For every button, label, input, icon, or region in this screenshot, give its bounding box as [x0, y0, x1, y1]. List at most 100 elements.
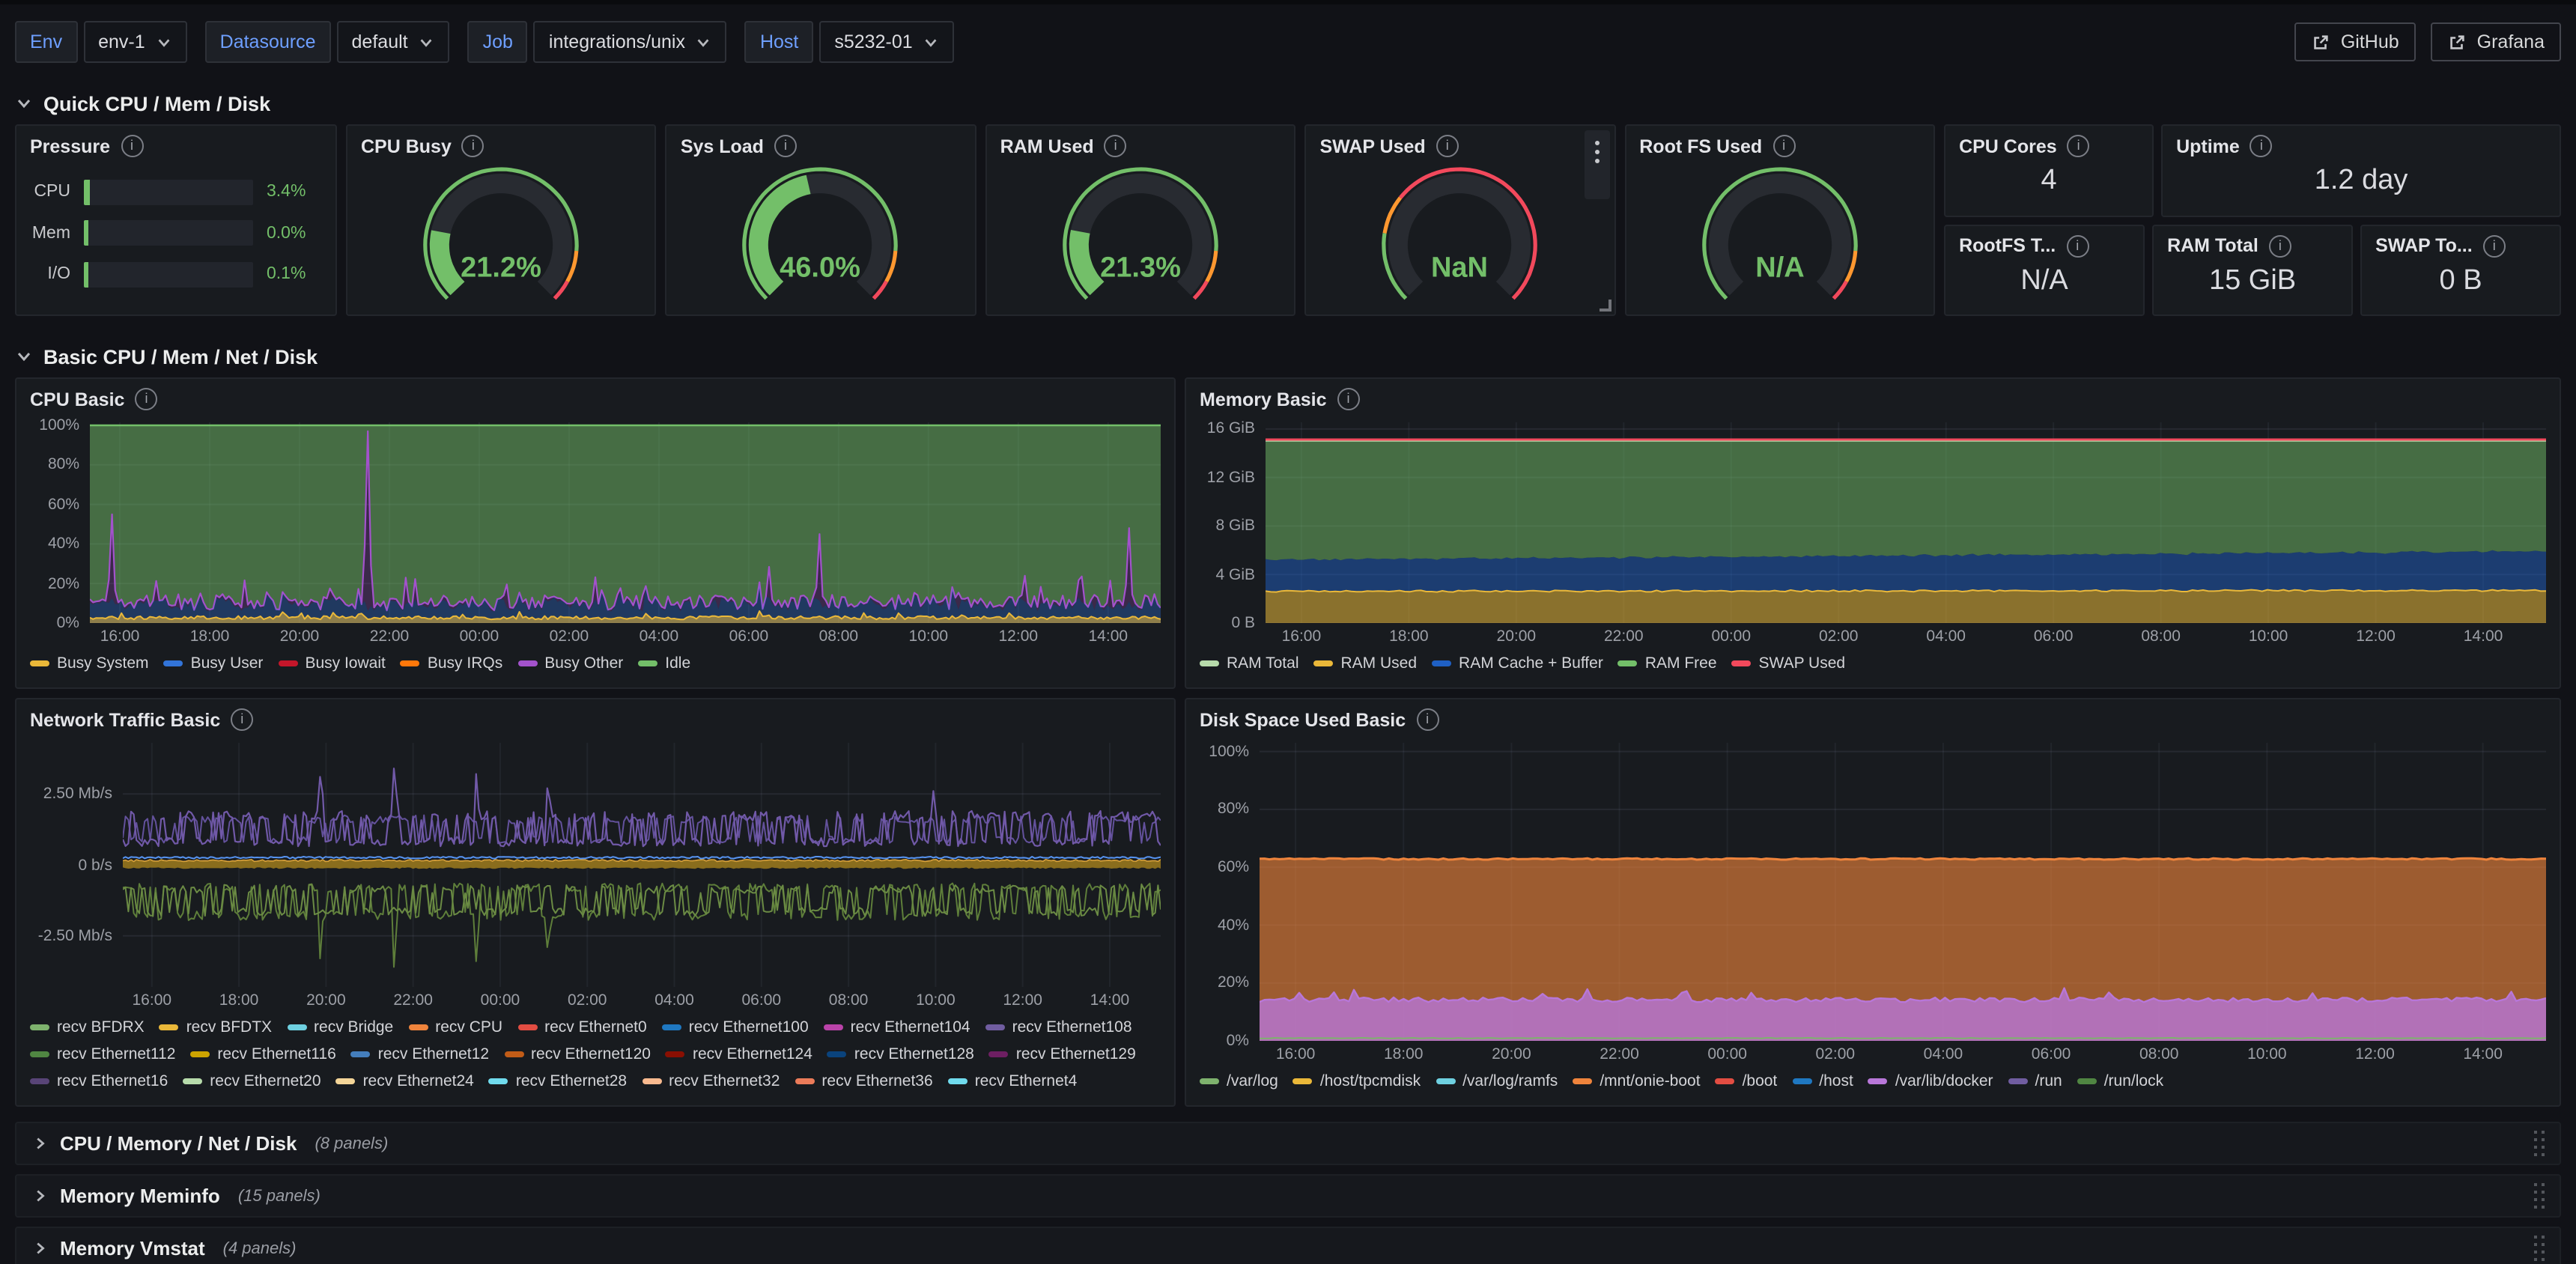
legend-item[interactable]: /var/lib/docker: [1868, 1068, 1993, 1095]
legend-item[interactable]: recv Ethernet112: [30, 1041, 175, 1068]
info-icon[interactable]: i: [1105, 135, 1127, 157]
panel-title[interactable]: Memory Basic: [1200, 389, 1327, 410]
legend-item[interactable]: /run: [2008, 1068, 2062, 1095]
info-icon[interactable]: i: [2066, 234, 2089, 257]
info-icon[interactable]: i: [774, 135, 797, 157]
info-icon[interactable]: i: [1436, 135, 1459, 157]
panel-title[interactable]: RootFS T...: [1959, 235, 2056, 256]
panel-title[interactable]: Disk Space Used Basic: [1200, 709, 1406, 730]
variable-value-dropdown[interactable]: env-1: [83, 21, 187, 63]
row-header-collapsed[interactable]: Memory Meminfo(15 panels): [15, 1174, 2561, 1218]
legend-item[interactable]: Idle: [638, 650, 690, 677]
legend-item[interactable]: Busy IRQs: [401, 650, 502, 677]
legend-item[interactable]: recv Ethernet20: [183, 1068, 321, 1095]
panel-title[interactable]: RAM Total: [2167, 235, 2258, 256]
legend-item[interactable]: /host: [1792, 1068, 1853, 1095]
legend-item[interactable]: recv Ethernet12: [351, 1041, 489, 1068]
legend-label: recv Bridge: [314, 1018, 393, 1036]
legend-item[interactable]: recv Ethernet108: [985, 1014, 1132, 1041]
row-header-collapsed[interactable]: Memory Vmstat(4 panels): [15, 1227, 2561, 1264]
legend-label: recv Ethernet104: [851, 1018, 970, 1036]
legend-item[interactable]: Busy System: [30, 650, 149, 677]
legend-item[interactable]: Busy User: [164, 650, 264, 677]
drag-handle[interactable]: [2534, 1236, 2545, 1261]
legend-item[interactable]: RAM Total: [1200, 650, 1299, 677]
legend-item[interactable]: recv Ethernet28: [489, 1068, 627, 1095]
info-icon[interactable]: i: [121, 135, 143, 157]
legend-item[interactable]: recv BFDRX: [30, 1014, 145, 1041]
legend-item[interactable]: recv Ethernet120: [504, 1041, 651, 1068]
legend-item[interactable]: RAM Cache + Buffer: [1432, 650, 1603, 677]
panel-title[interactable]: CPU Busy: [361, 136, 452, 157]
info-icon[interactable]: i: [1772, 135, 1795, 157]
legend-item[interactable]: recv Ethernet124: [666, 1041, 812, 1068]
legend-item[interactable]: /mnt/onie-boot: [1573, 1068, 1700, 1095]
legend-item[interactable]: recv CPU: [408, 1014, 502, 1041]
legend: recv BFDRXrecv BFDTXrecv Bridgerecv CPUr…: [30, 1011, 1161, 1095]
panel-title[interactable]: RAM Used: [1000, 136, 1094, 157]
variable-value-dropdown[interactable]: default: [337, 21, 450, 63]
panel-title[interactable]: SWAP To...: [2375, 235, 2473, 256]
legend-item[interactable]: RAM Free: [1618, 650, 1717, 677]
info-icon[interactable]: i: [135, 388, 157, 410]
panel-menu-icon[interactable]: [1584, 130, 1609, 199]
legend-item[interactable]: Busy Iowait: [278, 650, 385, 677]
legend-item[interactable]: recv Ethernet128: [827, 1041, 974, 1068]
panel-title[interactable]: Pressure: [30, 136, 110, 157]
legend-label: recv Ethernet4: [975, 1072, 1078, 1090]
legend-item[interactable]: recv Ethernet0: [517, 1014, 647, 1041]
drag-handle[interactable]: [2534, 1131, 2545, 1156]
panel-title[interactable]: Root FS Used: [1639, 136, 1762, 157]
panel-stat-cpu-cores: CPU Coresi4: [1944, 124, 2154, 216]
panel-title[interactable]: SWAP Used: [1319, 136, 1425, 157]
dashboard-link-grafana[interactable]: Grafana: [2431, 22, 2561, 61]
panel-title[interactable]: Uptime: [2176, 136, 2240, 157]
info-icon[interactable]: i: [2250, 135, 2273, 157]
row-header-collapsed[interactable]: CPU / Memory / Net / Disk(8 panels): [15, 1122, 2561, 1165]
legend-item[interactable]: recv Ethernet129: [989, 1041, 1136, 1068]
legend-item[interactable]: Busy Other: [517, 650, 623, 677]
legend-item[interactable]: recv Ethernet32: [642, 1068, 780, 1095]
legend-item[interactable]: /host/tpcmdisk: [1293, 1068, 1421, 1095]
legend-item[interactable]: recv Ethernet104: [824, 1014, 970, 1041]
dashboard-link-github[interactable]: GitHub: [2294, 22, 2416, 61]
legend-item[interactable]: recv Ethernet16: [30, 1068, 168, 1095]
panel-title[interactable]: Network Traffic Basic: [30, 709, 220, 730]
legend-item[interactable]: SWAP Used: [1732, 650, 1846, 677]
legend-item[interactable]: /var/log: [1200, 1068, 1278, 1095]
legend-item[interactable]: recv Ethernet100: [662, 1014, 809, 1041]
legend-item[interactable]: RAM Used: [1314, 650, 1418, 677]
variable-value-dropdown[interactable]: s5232-01: [819, 21, 954, 63]
legend-item[interactable]: recv Bridge: [287, 1014, 393, 1041]
legend-item[interactable]: recv Ethernet4: [948, 1068, 1078, 1095]
info-icon[interactable]: i: [462, 135, 484, 157]
plot-area[interactable]: [1266, 422, 2546, 623]
legend-item[interactable]: /run/lock: [2077, 1068, 2163, 1095]
info-icon[interactable]: i: [2483, 234, 2506, 257]
panel-title[interactable]: CPU Cores: [1959, 136, 2057, 157]
row-header-basic[interactable]: Basic CPU / Mem / Net / Disk: [15, 340, 2561, 373]
plot-area[interactable]: [123, 743, 1161, 987]
gauge-arc: NaN: [1312, 160, 1607, 309]
legend-item[interactable]: /var/log/ramfs: [1436, 1068, 1558, 1095]
bar-gauge-row: Mem0.0%: [25, 220, 321, 246]
legend-item[interactable]: recv BFDTX: [160, 1014, 272, 1041]
info-icon[interactable]: i: [2269, 234, 2291, 257]
legend-swatch: [336, 1078, 356, 1084]
panel-title[interactable]: Sys Load: [681, 136, 764, 157]
info-icon[interactable]: i: [1337, 388, 1360, 410]
drag-handle[interactable]: [2534, 1183, 2545, 1209]
variable-value-dropdown[interactable]: integrations/unix: [534, 21, 727, 63]
info-icon[interactable]: i: [1416, 708, 1439, 731]
legend-item[interactable]: recv Ethernet36: [795, 1068, 932, 1095]
legend-item[interactable]: recv Ethernet116: [190, 1041, 335, 1068]
legend-item[interactable]: /boot: [1716, 1068, 1778, 1095]
resize-handle[interactable]: [1599, 300, 1611, 312]
row-header-quick[interactable]: Quick CPU / Mem / Disk: [15, 87, 2561, 120]
legend-item[interactable]: recv Ethernet24: [336, 1068, 474, 1095]
plot-area[interactable]: [90, 422, 1161, 623]
info-icon[interactable]: i: [2068, 135, 2090, 157]
plot-area[interactable]: [1260, 743, 2546, 1041]
panel-title[interactable]: CPU Basic: [30, 389, 124, 410]
info-icon[interactable]: i: [231, 708, 253, 731]
